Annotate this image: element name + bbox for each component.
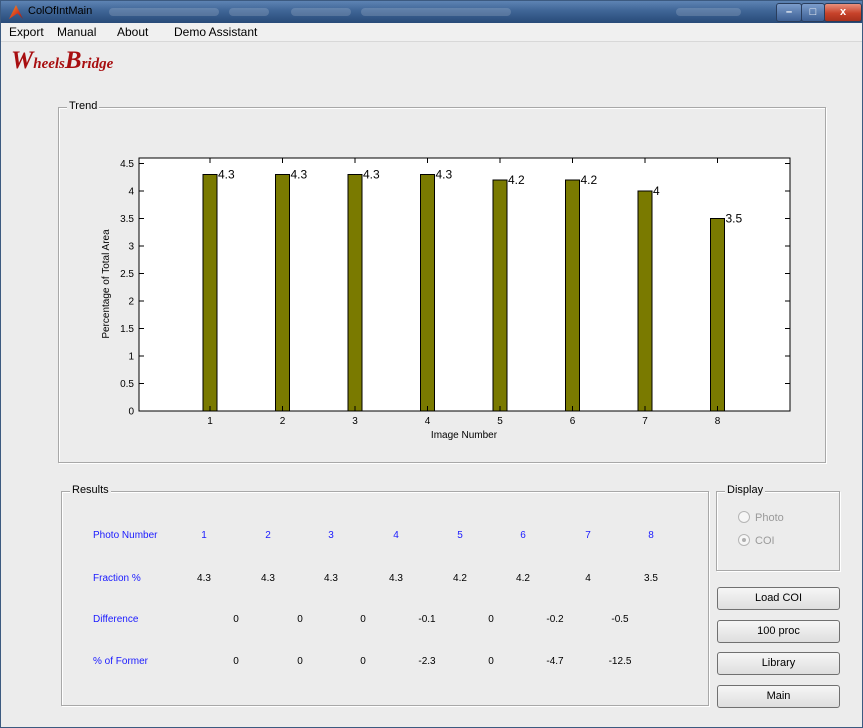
x-tick-label: 6 — [570, 416, 576, 427]
percent-of-former-cell: -12.5 — [608, 656, 632, 667]
difference-cell: 0 — [233, 614, 239, 625]
photo-number-cell: 8 — [648, 530, 654, 541]
fraction-cell: 4.3 — [324, 573, 338, 584]
bar-value-label: 4.3 — [363, 168, 380, 182]
percent-of-former-cell: 0 — [233, 656, 239, 667]
bar-value-label: 4.2 — [581, 173, 598, 187]
fraction-cell: 4.2 — [453, 573, 467, 584]
difference-cell: -0.1 — [418, 614, 436, 625]
library-button[interactable]: Library — [717, 652, 840, 675]
bar-6 — [565, 179, 580, 412]
percent-of-former-label: % of Former — [93, 656, 149, 667]
bar-value-label: 4.3 — [436, 168, 453, 182]
results-panel: Results — [61, 484, 709, 706]
display-panel: Display — [716, 484, 840, 571]
results-panel-title: Results — [70, 484, 111, 496]
bar-2 — [275, 174, 290, 412]
percent-of-former-cell: 0 — [488, 656, 494, 667]
difference-cell: -0.2 — [546, 614, 564, 625]
x-tick-label: 4 — [425, 416, 431, 427]
main-button[interactable]: Main — [717, 685, 840, 708]
difference-label: Difference — [93, 614, 139, 625]
y-axis-label: Percentage of Total Area — [101, 229, 112, 339]
bar-4 — [420, 174, 435, 412]
y-tick-label: 0 — [128, 407, 134, 418]
100-proc-button[interactable]: 100 proc — [717, 620, 840, 643]
x-tick-label: 7 — [642, 416, 648, 427]
bar-value-label: 4 — [653, 184, 660, 198]
bar-value-label: 4.3 — [218, 168, 235, 182]
photo-number-cell: 7 — [585, 530, 591, 541]
display-panel-title: Display — [725, 484, 766, 496]
y-tick-label: 1.5 — [120, 324, 134, 335]
y-tick-label: 4.5 — [120, 159, 134, 170]
radio-unselected-icon — [738, 511, 750, 523]
photo-number-cell: 2 — [265, 530, 271, 541]
bar-3 — [347, 174, 363, 412]
bar-5 — [492, 179, 508, 412]
bar-1 — [202, 174, 218, 412]
fraction-cell: 4.3 — [389, 573, 403, 584]
bar-value-label: 3.5 — [726, 212, 743, 226]
fraction-cell: 3.5 — [644, 573, 658, 584]
fraction-cell: 4.2 — [516, 573, 530, 584]
photo-number-cell: 5 — [457, 530, 463, 541]
main-window: ColOfIntMain – □ x Export Manual About D… — [0, 0, 863, 728]
bar-8 — [710, 218, 725, 412]
x-tick-label: 3 — [352, 416, 358, 427]
photo-number-cell: 3 — [328, 530, 334, 541]
fraction-label: Fraction % — [93, 573, 141, 584]
photo-number-cell: 1 — [201, 530, 207, 541]
percent-of-former-cell: 0 — [297, 656, 303, 667]
display-coi-radio[interactable]: COI — [738, 534, 775, 547]
fraction-cell: 4.3 — [197, 573, 211, 584]
photo-number-cell: 6 — [520, 530, 526, 541]
fraction-cell: 4 — [585, 573, 591, 584]
percent-of-former-cell: -4.7 — [546, 656, 564, 667]
photo-number-cell: 4 — [393, 530, 399, 541]
x-tick-label: 2 — [280, 416, 286, 427]
bar-value-label: 4.2 — [508, 173, 525, 187]
difference-cell: 0 — [297, 614, 303, 625]
plot-area — [138, 157, 791, 412]
x-tick-label: 8 — [715, 416, 721, 427]
y-tick-label: 2.5 — [120, 269, 134, 280]
difference-cell: 0 — [488, 614, 494, 625]
display-photo-radio[interactable]: Photo — [738, 511, 784, 524]
difference-cell: 0 — [360, 614, 366, 625]
fraction-cell: 4.3 — [261, 573, 275, 584]
y-tick-label: 3.5 — [120, 214, 134, 225]
y-tick-label: 2 — [128, 297, 134, 308]
y-tick-label: 1 — [128, 352, 134, 363]
x-axis-label: Image Number — [431, 430, 498, 441]
y-tick-label: 3 — [128, 242, 134, 253]
load-coi-button[interactable]: Load COI — [717, 587, 840, 610]
x-tick-label: 1 — [207, 416, 213, 427]
bar-7 — [637, 190, 653, 412]
x-tick-label: 5 — [497, 416, 503, 427]
percent-of-former-cell: -2.3 — [418, 656, 436, 667]
photo-number-label: Photo Number — [93, 530, 158, 541]
bar-value-label: 4.3 — [291, 168, 308, 182]
radio-selected-icon — [738, 534, 750, 546]
y-tick-label: 4 — [128, 187, 134, 198]
y-tick-label: 0.5 — [120, 379, 134, 390]
percent-of-former-cell: 0 — [360, 656, 366, 667]
difference-cell: -0.5 — [611, 614, 629, 625]
